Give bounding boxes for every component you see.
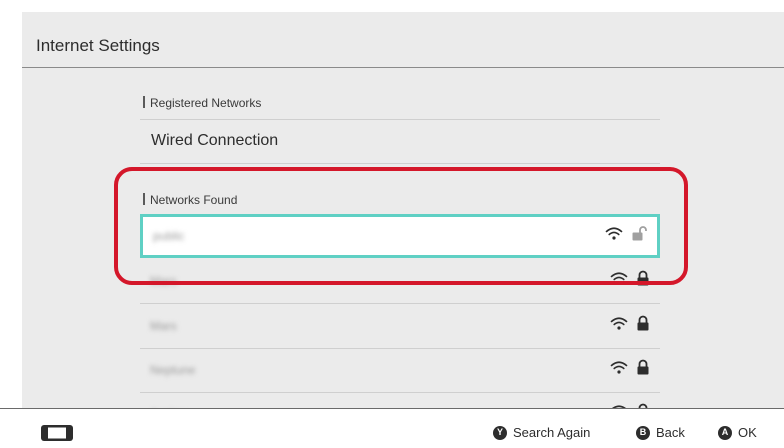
network-row[interactable]: Neptune (140, 348, 660, 392)
networks-found-header: Networks Found (143, 193, 237, 207)
ok-label: OK (738, 425, 757, 440)
network-name: Mars (150, 274, 177, 288)
registered-networks-label: Registered Networks (150, 96, 262, 110)
network-status-icons (610, 359, 650, 381)
network-row[interactable]: Mars (140, 259, 660, 303)
wifi-icon (610, 272, 628, 291)
network-status-icons (605, 226, 647, 247)
a-button-icon: A (718, 425, 732, 440)
network-status-icons (610, 315, 650, 337)
network-row[interactable]: Mars (140, 304, 660, 348)
lock-icon (636, 315, 650, 337)
search-again-label: Search Again (513, 425, 591, 440)
network-status-icons (610, 270, 650, 292)
divider (140, 119, 660, 120)
wired-connection-item[interactable]: Wired Connection (151, 132, 278, 150)
lock-icon (636, 359, 650, 381)
unlocked-icon (631, 226, 647, 247)
network-row-selected[interactable]: public (140, 214, 660, 258)
search-again-button[interactable]: Y Search Again (493, 425, 590, 440)
divider (140, 163, 660, 164)
wifi-icon (605, 227, 623, 246)
wifi-icon (610, 361, 628, 380)
b-button-icon: B (636, 425, 650, 440)
y-button-icon: Y (493, 425, 507, 440)
ok-button[interactable]: A OK (718, 425, 757, 440)
networks-found-label: Networks Found (150, 193, 238, 207)
registered-networks-header: Registered Networks (143, 96, 261, 110)
title-divider (22, 67, 784, 68)
back-button[interactable]: B Back (636, 425, 685, 440)
network-name: Mars (150, 319, 177, 333)
wifi-icon (610, 317, 628, 336)
back-label: Back (656, 425, 685, 440)
section-marker (143, 193, 145, 205)
network-name: Neptune (150, 363, 196, 377)
lock-icon (636, 270, 650, 292)
console-icon (40, 424, 74, 447)
page-title: Internet Settings (36, 36, 160, 55)
network-name: public (153, 229, 185, 243)
internet-settings-screen: Internet Settings Registered Networks Wi… (0, 0, 784, 448)
section-marker (143, 96, 145, 108)
